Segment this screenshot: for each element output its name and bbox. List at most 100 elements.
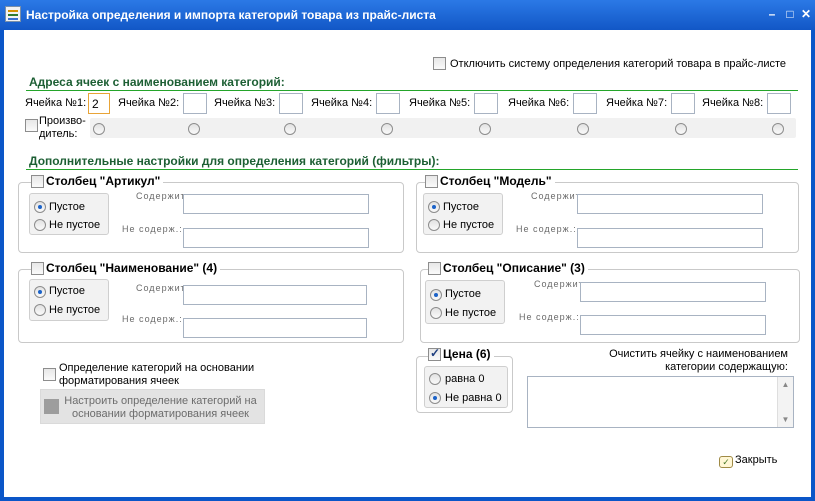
name-filter-title: Столбец "Наименование" (4) [44,261,221,275]
model-empty-radio[interactable] [428,201,440,213]
manufacturer-radio-5[interactable] [479,123,491,135]
cells-section-divider [26,90,798,91]
cell-label-7: Ячейка №7: [606,97,668,109]
manufacturer-radio-8[interactable] [772,123,784,135]
filters-section-title: Дополнительные настройки для определения… [29,154,440,168]
name-empty-label: Пустое [49,285,85,297]
manufacturer-radio-1[interactable] [93,123,105,135]
manufacturer-radio-7[interactable] [675,123,687,135]
cell-input-5[interactable] [474,93,498,114]
manufacturer-checkbox[interactable] [25,119,38,132]
cell-label-5: Ячейка №5: [409,97,471,109]
cells-section-title: Адреса ячеек с наименованием категорий: [29,75,285,89]
cell-label-6: Ячейка №6: [508,97,570,109]
price-filter-title: Цена (6) [441,347,494,361]
model-filter-checkbox[interactable] [425,175,438,188]
manufacturer-radio-2[interactable] [188,123,200,135]
dialog-body: Отключить систему определения категорий … [4,30,811,497]
name-contains-label: Содержит: [136,283,190,293]
manufacturer-label-line1: Произво- [39,115,86,127]
formatting-settings-button[interactable]: Настроить определение категорий на основ… [40,389,265,424]
price-filter-checkbox[interactable] [428,346,441,361]
manufacturer-radio-6[interactable] [577,123,589,135]
cell-label-8: Ячейка №8: [702,97,764,109]
model-not-contains-input[interactable] [577,228,763,248]
name-not-contains-label: Не содерж.: [122,314,183,324]
price-eq0-radio[interactable] [429,373,441,385]
dialog-window: Настройка определения и импорта категори… [0,0,815,501]
manufacturer-radio-3[interactable] [284,123,296,135]
model-not-contains-label: Не содерж.: [516,224,577,234]
settings-square-icon [44,399,59,414]
scroll-down-arrow-icon[interactable]: ▼ [778,412,793,427]
formatting-checkbox[interactable] [43,368,56,381]
cell-input-7[interactable] [671,93,695,114]
model-contains-input[interactable] [577,194,763,214]
formatting-button-line2: основании форматирования ячеек [71,408,249,420]
manufacturer-radio-4[interactable] [381,123,393,135]
article-not-contains-input[interactable] [183,228,369,248]
description-not-contains-label: Не содерж.: [519,312,580,322]
cell-input-3[interactable] [279,93,303,114]
scroll-up-arrow-icon[interactable]: ▲ [778,377,793,392]
formatting-label-line2: форматирования ячеек [59,375,179,387]
description-not-empty-label: Не пустое [445,307,497,319]
minimize-button[interactable]: – [765,7,779,21]
window-title: Настройка определения и импорта категори… [26,8,436,22]
description-filter-checkbox[interactable] [428,262,441,275]
cell-input-2[interactable] [183,93,207,114]
article-not-empty-radio[interactable] [34,219,46,231]
formatting-label-line1: Определение категорий на основании [59,362,255,374]
model-empty-label: Пустое [443,201,479,213]
model-not-empty-radio[interactable] [428,219,440,231]
cell-input-6[interactable] [573,93,597,114]
cell-input-8[interactable] [767,93,791,114]
cell-input-1[interactable]: 2 [88,93,110,114]
title-bar[interactable]: Настройка определения и импорта категори… [0,0,815,30]
close-check-icon: ✓ [719,456,733,468]
description-contains-input[interactable] [580,282,766,302]
article-not-contains-label: Не содерж.: [122,224,183,234]
clear-cell-label-line2: категории содержащую: [665,361,788,373]
clear-cell-scrollbar[interactable]: ▲ ▼ [777,377,793,427]
manufacturer-label-line2: дитель: [39,128,78,140]
name-filter-checkbox[interactable] [31,262,44,275]
article-contains-input[interactable] [183,194,369,214]
formatting-button-line1: Настроить определение категорий на [64,395,257,407]
filters-section-divider [26,169,798,170]
name-empty-radio[interactable] [34,286,46,298]
article-filter-title: Столбец "Артикул" [44,174,164,188]
article-empty-radio[interactable] [34,201,46,213]
description-empty-label: Пустое [445,288,481,300]
article-contains-label: Содержит: [136,191,190,201]
name-not-empty-label: Не пустое [49,304,101,316]
article-filter-checkbox[interactable] [31,175,44,188]
description-empty-radio[interactable] [430,289,442,301]
close-button[interactable]: ✓ Закрыть [719,454,777,468]
cell-label-3: Ячейка №3: [214,97,276,109]
clear-cell-label-line1: Очистить ячейку с наименованием [609,348,788,360]
price-eq0-label: равна 0 [445,373,485,385]
disable-system-label: Отключить систему определения категорий … [450,58,787,70]
close-window-button[interactable]: ✕ [799,7,813,21]
article-not-empty-label: Не пустое [49,219,101,231]
close-label: Закрыть [735,454,778,466]
name-contains-input[interactable] [183,285,367,305]
name-not-empty-radio[interactable] [34,304,46,316]
description-filter-title: Столбец "Описание" (3) [441,261,588,275]
article-empty-label: Пустое [49,201,85,213]
name-not-contains-input[interactable] [183,318,367,338]
disable-system-checkbox[interactable] [433,57,446,70]
clear-cell-text-area[interactable]: ▲ ▼ [527,376,794,428]
cell-input-4[interactable] [376,93,400,114]
model-filter-title: Столбец "Модель" [438,174,555,188]
price-neq0-radio[interactable] [429,392,441,404]
model-not-empty-label: Не пустое [443,219,495,231]
cell-label-4: Ячейка №4: [311,97,373,109]
description-not-contains-input[interactable] [580,315,766,335]
description-not-empty-radio[interactable] [430,307,442,319]
cell-label-2: Ячейка №2: [118,97,180,109]
maximize-button[interactable]: □ [783,7,797,21]
cell-label-1: Ячейка №1: [25,97,87,109]
app-icon [5,6,21,22]
